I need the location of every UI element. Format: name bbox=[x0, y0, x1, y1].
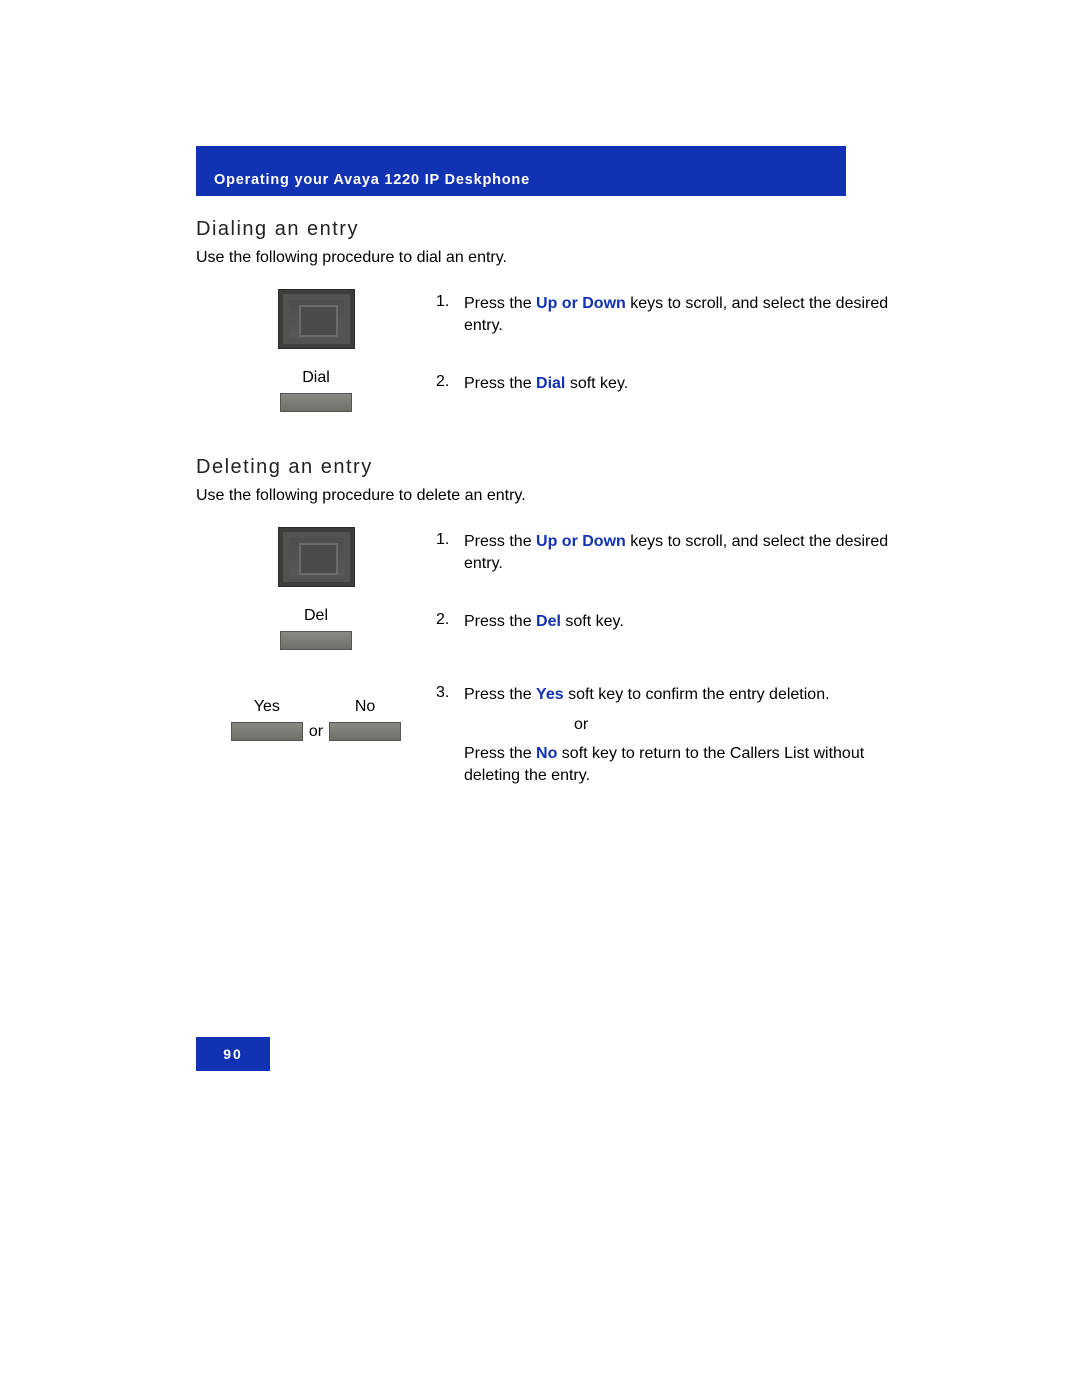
section1-step1: 1. Press the Up or Down keys to scroll, … bbox=[196, 289, 896, 349]
softkey-label-dial: Dial bbox=[302, 369, 330, 387]
step-text: Press the Up or Down keys to scroll, and… bbox=[464, 531, 896, 574]
page-number: 90 bbox=[223, 1046, 243, 1062]
nav-pad-col bbox=[196, 289, 436, 349]
section2-step2: Del 2. Press the Del soft key. bbox=[196, 607, 896, 650]
softkey-label-yes: Yes bbox=[254, 698, 280, 716]
yes-no-col: Yes or No bbox=[196, 680, 436, 741]
page-number-badge: 90 bbox=[196, 1037, 270, 1071]
softkey-button-icon bbox=[280, 393, 352, 412]
section1-heading: Dialing an entry bbox=[196, 218, 896, 241]
step-number: 1. bbox=[436, 531, 464, 549]
softkey-col: Del bbox=[196, 607, 436, 650]
softkey-label-no: No bbox=[355, 698, 375, 716]
no-col: No bbox=[329, 698, 401, 741]
softkey-label-del: Del bbox=[304, 607, 328, 625]
document-page: Operating your Avaya 1220 IP Deskphone D… bbox=[0, 0, 1080, 1397]
softkey-button-icon bbox=[280, 631, 352, 650]
nav-pad-col bbox=[196, 527, 436, 587]
yes-col: Yes bbox=[231, 698, 303, 741]
step-number: 3. bbox=[436, 684, 464, 702]
nav-pad-icon bbox=[278, 527, 355, 587]
content-area: Dialing an entry Use the following proce… bbox=[196, 218, 896, 806]
softkey-button-icon bbox=[231, 722, 303, 741]
step-text: Press the Dial soft key. bbox=[464, 373, 896, 395]
step-number: 2. bbox=[436, 373, 464, 391]
section1-step2: Dial 2. Press the Dial soft key. bbox=[196, 369, 896, 412]
step-text: Press the Del soft key. bbox=[464, 611, 896, 633]
step-text: Press the Yes soft key to confirm the en… bbox=[464, 684, 896, 786]
softkey-button-icon bbox=[329, 722, 401, 741]
softkey-col: Dial bbox=[196, 369, 436, 412]
section2-intro: Use the following procedure to delete an… bbox=[196, 487, 896, 505]
header-title: Operating your Avaya 1220 IP Deskphone bbox=[214, 172, 530, 188]
header-bar: Operating your Avaya 1220 IP Deskphone bbox=[196, 146, 846, 196]
section2-step1: 1. Press the Up or Down keys to scroll, … bbox=[196, 527, 896, 587]
or-label: or bbox=[309, 723, 323, 741]
section2-heading: Deleting an entry bbox=[196, 456, 896, 479]
section2-step3: Yes or No 3. Press the Yes soft key to c… bbox=[196, 680, 896, 786]
section1-intro: Use the following procedure to dial an e… bbox=[196, 249, 896, 267]
step-number: 2. bbox=[436, 611, 464, 629]
nav-pad-icon bbox=[278, 289, 355, 349]
sub-or: or bbox=[574, 714, 896, 736]
step-text: Press the Up or Down keys to scroll, and… bbox=[464, 293, 896, 336]
step-number: 1. bbox=[436, 293, 464, 311]
